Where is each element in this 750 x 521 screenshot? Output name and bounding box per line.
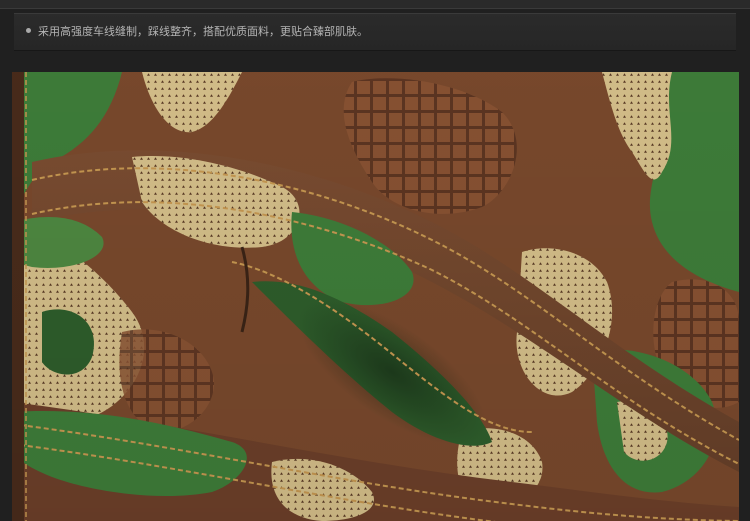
camo-fabric-image <box>12 72 739 521</box>
caption-bar: 采用高强度车线缝制，踩线整齐，搭配优质面料，更贴合臻部肌肤。 <box>14 13 736 51</box>
caption-text: 采用高强度车线缝制，踩线整齐，搭配优质面料，更贴合臻部肌肤。 <box>38 25 368 38</box>
bullet-icon <box>26 28 31 33</box>
product-photo <box>12 72 739 521</box>
product-detail-page: 采用高强度车线缝制，踩线整齐，搭配优质面料，更贴合臻部肌肤。 <box>0 0 750 521</box>
top-edge-strip <box>0 0 750 9</box>
